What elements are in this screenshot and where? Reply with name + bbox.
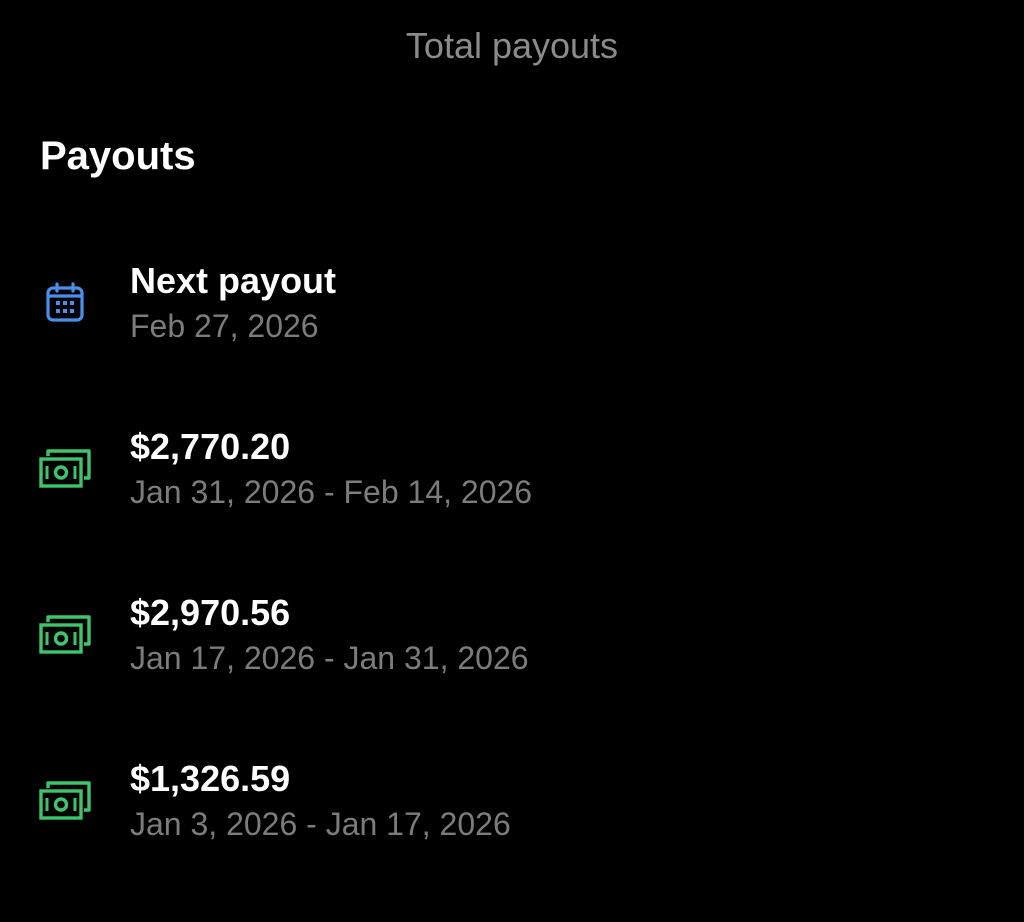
money-icon bbox=[38, 446, 92, 492]
calendar-icon bbox=[38, 280, 92, 326]
payout-row[interactable]: $1,326.59 Jan 3, 2026 - Jan 17, 2026 bbox=[0, 756, 1024, 922]
payout-period: Jan 3, 2026 - Jan 17, 2026 bbox=[130, 806, 511, 842]
money-icon bbox=[38, 612, 92, 658]
payouts-list: Next payout Feb 27, 2026 $2,770.20 Jan 3… bbox=[0, 258, 1024, 922]
payout-amount: $1,326.59 bbox=[130, 758, 291, 799]
payout-amount: $2,970.56 bbox=[130, 592, 291, 633]
payout-amount: $2,770.20 bbox=[130, 426, 291, 467]
payouts-section-heading: Payouts bbox=[40, 134, 196, 178]
payout-row[interactable]: $2,770.20 Jan 31, 2026 - Feb 14, 2026 bbox=[0, 424, 1024, 590]
payout-period: Jan 17, 2026 - Jan 31, 2026 bbox=[130, 640, 529, 676]
money-icon bbox=[38, 778, 92, 824]
next-payout-date: Feb 27, 2026 bbox=[130, 308, 319, 344]
next-payout-row[interactable]: Next payout Feb 27, 2026 bbox=[0, 258, 1024, 424]
next-payout-label: Next payout bbox=[130, 260, 337, 301]
payout-row[interactable]: $2,970.56 Jan 17, 2026 - Jan 31, 2026 bbox=[0, 590, 1024, 756]
page-title: Total payouts bbox=[405, 25, 619, 66]
payout-period: Jan 31, 2026 - Feb 14, 2026 bbox=[130, 474, 533, 510]
